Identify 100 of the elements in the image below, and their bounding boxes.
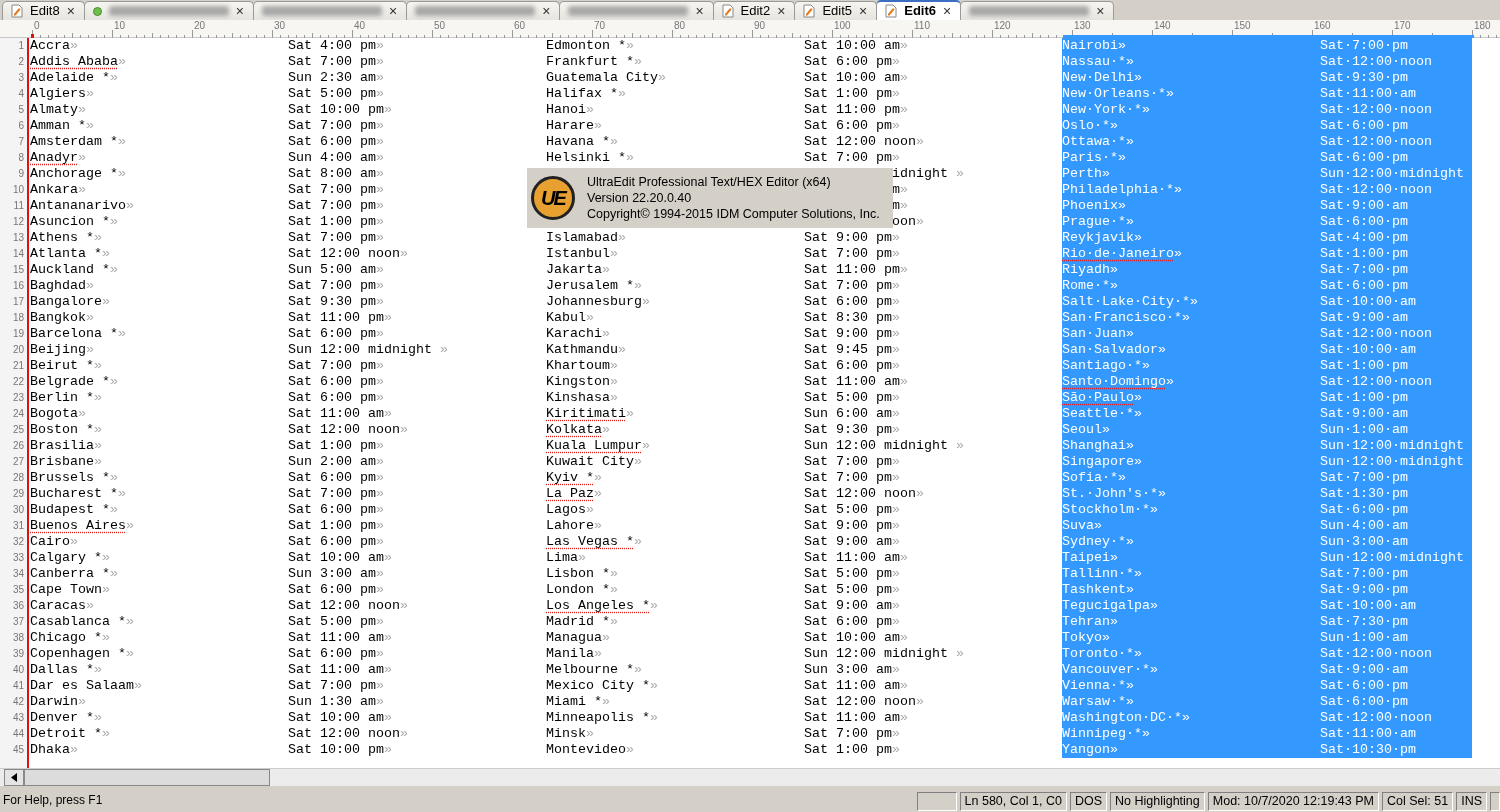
- city-name: San·Francisco·*»: [1062, 310, 1190, 325]
- close-button[interactable]: ×: [943, 0, 952, 22]
- ruler-number: 10: [114, 21, 126, 31]
- line-number: 6: [0, 118, 29, 134]
- city-name: Vancouver·*»: [1062, 662, 1158, 677]
- city-name: Amsterdam *»: [30, 134, 126, 149]
- document-icon: [11, 4, 23, 18]
- local-time: Sat 10:00 am»: [804, 70, 908, 85]
- local-time: Sat 7:00 pm»: [804, 454, 900, 469]
- editor-tab[interactable]: Edit5 ×: [794, 1, 878, 20]
- local-time: Sat·10:00·am: [1320, 342, 1416, 357]
- line-number: 40: [0, 662, 29, 678]
- local-time: Sat·12:00·noon: [1320, 134, 1432, 149]
- city-name: Oslo·*»: [1062, 118, 1118, 133]
- city-name: Kinshasa»: [546, 390, 618, 405]
- city-name: Riyadh»: [1062, 262, 1118, 277]
- city-name: Chicago *»: [30, 630, 110, 645]
- city-name: Jerusalem *»: [546, 278, 642, 293]
- local-time: Sat 10:00 am»: [804, 630, 908, 645]
- city-name: Antananarivo»: [30, 198, 134, 213]
- city-name: Dar es Salaam»: [30, 678, 142, 693]
- local-time: Sun 12:00 midnight »: [804, 438, 964, 453]
- editor-tab[interactable]: ×: [83, 1, 254, 20]
- line-number: 12: [0, 214, 29, 230]
- local-time: Sat 1:00 pm»: [804, 86, 900, 101]
- editor-tab[interactable]: ×: [406, 1, 561, 20]
- close-button[interactable]: ×: [542, 0, 551, 22]
- local-time: Sat·6:00·pm: [1320, 502, 1408, 517]
- local-time: Sat 11:00 am»: [288, 662, 392, 677]
- city-name: Tehran»: [1062, 614, 1118, 629]
- line-number: 37: [0, 614, 29, 630]
- close-button[interactable]: ×: [859, 0, 868, 22]
- local-time: Sat·6:00·pm: [1320, 678, 1408, 693]
- city-name: Toronto·*»: [1062, 646, 1142, 661]
- city-name: Prague·*»: [1062, 214, 1134, 229]
- line-number: 33: [0, 550, 29, 566]
- city-name: Dallas *»: [30, 662, 102, 677]
- status-field: INS: [1456, 792, 1487, 811]
- local-time: Sat 7:00 pm»: [288, 198, 384, 213]
- local-time: Sun·3:00·am: [1320, 534, 1408, 549]
- city-name: Montevideo»: [546, 742, 634, 757]
- editor-tab[interactable]: ×: [960, 1, 1115, 20]
- local-time: Sat 5:00 pm»: [804, 502, 900, 517]
- local-time: Sat 7:00 pm»: [288, 54, 384, 69]
- city-name: Belgrade *»: [30, 374, 118, 389]
- city-name: Anadyr»: [30, 150, 86, 165]
- ruler-number: 170: [1394, 21, 1411, 31]
- editor-tab[interactable]: Edit6 ×: [876, 0, 962, 20]
- local-time: Sun 1:30 am»: [288, 694, 384, 709]
- city-name: New·Delhi»: [1062, 70, 1142, 85]
- city-name: Kolkata»: [546, 422, 610, 437]
- close-button[interactable]: ×: [66, 0, 75, 22]
- close-button[interactable]: ×: [1096, 0, 1105, 22]
- status-field: Col Sel: 51: [1382, 792, 1454, 811]
- close-button[interactable]: ×: [235, 0, 244, 22]
- local-time: Sun·12:00·midnight: [1320, 166, 1464, 181]
- editor-tab[interactable]: Edit8 ×: [2, 1, 85, 20]
- local-time: Sat 5:00 pm»: [804, 390, 900, 405]
- local-time: Sat 1:00 pm»: [288, 518, 384, 533]
- about-text: Version 22.20.0.40: [587, 190, 693, 206]
- city-name: Cape Town»: [30, 582, 110, 597]
- scrollbar-thumb[interactable]: [24, 769, 270, 786]
- line-number: 14: [0, 246, 29, 262]
- city-name: Nairobi»: [1062, 38, 1126, 53]
- close-button[interactable]: ×: [777, 0, 786, 22]
- city-name: New·Orleans·*»: [1062, 86, 1174, 101]
- local-time: Sat 5:00 pm»: [804, 582, 900, 597]
- local-time: Sat 9:30 pm»: [804, 422, 900, 437]
- local-time: Sat·10:00·am: [1320, 294, 1416, 309]
- local-time: m»: [892, 182, 908, 197]
- city-name: La Paz»: [546, 486, 602, 501]
- city-name: Casablanca *»: [30, 614, 134, 629]
- city-name: Helsinki *»: [546, 150, 634, 165]
- editor-tab[interactable]: ×: [253, 1, 408, 20]
- ruler-number: 160: [1314, 21, 1331, 31]
- line-number: 39: [0, 646, 29, 662]
- local-time: Sat 1:00 pm»: [804, 742, 900, 757]
- scroll-left-button[interactable]: [4, 769, 24, 786]
- city-name: Washington·DC·*»: [1062, 710, 1190, 725]
- city-name: Lima»: [546, 550, 586, 565]
- line-number: 25: [0, 422, 29, 438]
- city-name: Seoul»: [1062, 422, 1110, 437]
- local-time: Sat·10:30·pm: [1320, 742, 1416, 757]
- close-button[interactable]: ×: [389, 0, 398, 22]
- local-time: Sat·12:00·noon: [1320, 710, 1432, 725]
- city-name: Bangkok»: [30, 310, 94, 325]
- help-hint: For Help, press F1: [2, 792, 104, 809]
- close-button[interactable]: ×: [695, 0, 704, 22]
- local-time: Sat 6:00 pm»: [288, 502, 384, 517]
- local-time: Sat 1:00 pm»: [288, 214, 384, 229]
- local-time: Sat 7:00 pm»: [804, 246, 900, 261]
- city-name: Salt·Lake·City·*»: [1062, 294, 1198, 309]
- line-number: 35: [0, 582, 29, 598]
- editor-tab[interactable]: ×: [559, 1, 714, 20]
- line-number: 22: [0, 374, 29, 390]
- city-name: Sydney·*»: [1062, 534, 1134, 549]
- local-time: Sat·6:00·pm: [1320, 278, 1408, 293]
- city-name: Ankara»: [30, 182, 86, 197]
- editor-tab[interactable]: Edit2 ×: [712, 1, 796, 20]
- local-time: Sat·6:00·pm: [1320, 118, 1408, 133]
